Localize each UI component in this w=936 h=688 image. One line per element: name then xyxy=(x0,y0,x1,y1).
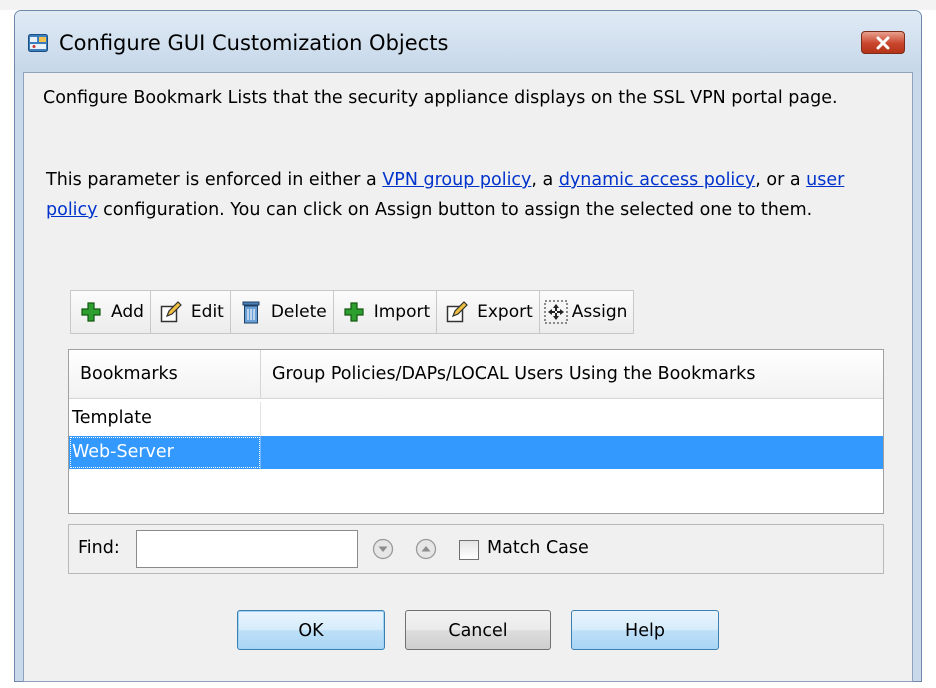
edit-button[interactable]: Edit xyxy=(149,290,231,334)
help-button[interactable]: Help xyxy=(571,610,719,650)
circle-down-icon xyxy=(372,538,394,560)
column-header-bookmarks[interactable]: Bookmarks xyxy=(69,350,261,398)
delete-button[interactable]: Delete xyxy=(229,290,334,334)
export-label: Export xyxy=(477,302,533,322)
column-header-users[interactable]: Group Policies/DAPs/LOCAL Users Using th… xyxy=(261,350,883,398)
table-header: Bookmarks Group Policies/DAPs/LOCAL User… xyxy=(69,350,883,399)
find-input[interactable] xyxy=(136,530,358,568)
add-label: Add xyxy=(111,302,144,322)
assign-label: Assign xyxy=(571,302,628,322)
dynamic-access-policy-link[interactable]: dynamic access policy xyxy=(559,170,755,190)
cancel-button[interactable]: Cancel xyxy=(405,610,551,650)
edit-pencil-icon xyxy=(159,300,183,324)
window-title: Configure GUI Customization Objects xyxy=(59,31,449,55)
find-next-button[interactable] xyxy=(372,538,394,560)
circle-up-icon xyxy=(415,538,437,560)
green-plus-icon xyxy=(79,300,103,324)
table-row[interactable]: Template xyxy=(69,402,883,435)
import-button[interactable]: Import xyxy=(332,290,438,334)
delete-label: Delete xyxy=(270,302,327,322)
close-icon xyxy=(876,36,890,49)
bookmarks-table: Bookmarks Group Policies/DAPs/LOCAL User… xyxy=(68,349,884,514)
description-line: Configure Bookmark Lists that the securi… xyxy=(43,88,838,108)
vpn-group-policy-link[interactable]: VPN group policy xyxy=(382,170,531,190)
edit-label: Edit xyxy=(190,302,224,322)
policy-text-sep: , a xyxy=(531,170,559,190)
match-case-checkbox[interactable] xyxy=(459,540,479,560)
green-plus-icon xyxy=(342,300,366,324)
description-text: Configure Bookmark Lists that the securi… xyxy=(43,83,863,113)
policy-text-sep: , or a xyxy=(755,170,807,190)
close-button[interactable] xyxy=(861,31,905,54)
background-strip xyxy=(0,0,936,10)
assign-arrows-icon xyxy=(544,300,568,324)
users-cell xyxy=(261,402,883,435)
toolbar: Add Edit Delete Import Export Assign xyxy=(70,290,635,336)
match-case-label[interactable]: Match Case xyxy=(487,538,589,558)
add-button[interactable]: Add xyxy=(70,290,151,334)
assign-button[interactable]: Assign xyxy=(538,290,635,334)
edit-pencil-icon xyxy=(445,300,469,324)
export-button[interactable]: Export xyxy=(436,290,540,334)
trash-can-icon xyxy=(239,300,263,324)
find-bar: Find: Match Case xyxy=(68,524,884,574)
users-cell xyxy=(261,436,883,469)
ok-button[interactable]: OK xyxy=(237,610,385,650)
find-label: Find: xyxy=(78,538,120,558)
bookmark-cell: Template xyxy=(69,402,261,435)
import-label: Import xyxy=(373,302,431,322)
policy-text-prefix: This parameter is enforced in either a xyxy=(46,170,383,190)
find-previous-button[interactable] xyxy=(415,538,437,560)
bookmark-cell: Web-Server xyxy=(69,436,261,469)
title-bar[interactable]: Configure GUI Customization Objects xyxy=(15,11,921,73)
app-icon xyxy=(28,34,48,52)
table-row-selected[interactable]: Web-Server xyxy=(69,436,883,469)
policy-description: This parameter is enforced in either a V… xyxy=(46,165,866,225)
policy-text-suffix: configuration. You can click on Assign b… xyxy=(97,200,813,220)
